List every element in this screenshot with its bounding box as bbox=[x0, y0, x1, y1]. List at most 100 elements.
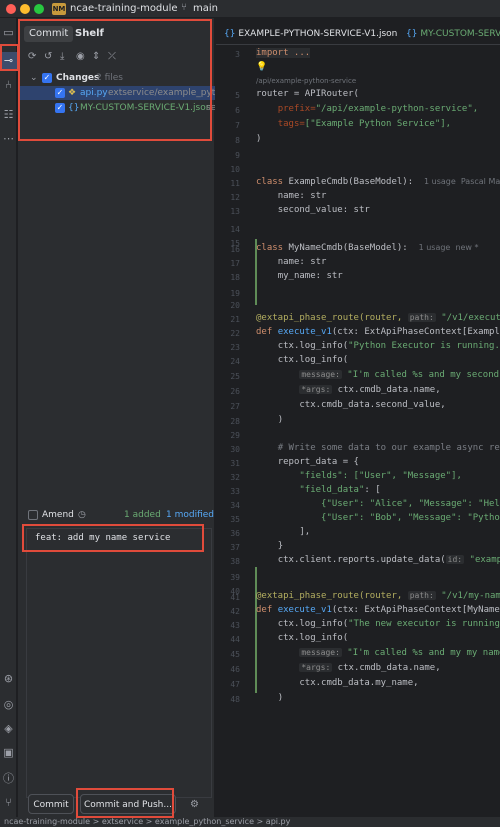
maximize-window-button[interactable] bbox=[34, 4, 44, 14]
file-checkbox[interactable]: ✓ bbox=[55, 88, 65, 98]
code-line: second_value: str bbox=[277, 205, 370, 215]
line-number: 16 bbox=[230, 245, 240, 254]
line-number: 33 bbox=[230, 487, 240, 496]
code-line: ctx.log_info("The new executor is runnin… bbox=[277, 619, 500, 629]
folder-icon[interactable]: ▭ bbox=[0, 24, 17, 41]
line-number: 48 bbox=[230, 695, 240, 704]
python-packages-icon[interactable]: ⊛ bbox=[0, 670, 17, 687]
tab-my-custom-service-json[interactable]: {} MY-CUSTOM-SERVI bbox=[406, 29, 500, 39]
code-line: name: str bbox=[277, 257, 327, 267]
python-file-icon: ❖ bbox=[68, 88, 77, 98]
title-bar: NM ncae-training-module ⑂ main bbox=[0, 0, 500, 18]
json-file-icon: {} bbox=[68, 103, 80, 113]
line-number: 12 bbox=[230, 193, 240, 202]
line-number: 39 bbox=[230, 573, 240, 582]
line-number: 17 bbox=[230, 259, 240, 268]
structure-icon[interactable]: ☷ bbox=[0, 106, 17, 123]
changes-count: 2 files bbox=[96, 73, 123, 83]
tab-commit[interactable]: Commit bbox=[24, 26, 74, 42]
layers-icon[interactable]: ◈ bbox=[0, 720, 17, 737]
project-badge[interactable]: NM bbox=[52, 3, 66, 15]
code-line: } bbox=[277, 541, 284, 551]
changes-checkbox[interactable]: ✓ bbox=[42, 73, 52, 83]
chevron-down-icon: ⌄ bbox=[30, 73, 38, 83]
line-number: 23 bbox=[230, 343, 240, 352]
line-number: 30 bbox=[230, 445, 240, 454]
clock-icon[interactable]: ◷ bbox=[78, 506, 86, 524]
line-number: 41 bbox=[230, 593, 240, 602]
code-editor[interactable]: 3 import ... 💡 /api/example-python-servi… bbox=[216, 45, 500, 817]
problems-icon[interactable]: ⓘ bbox=[0, 770, 17, 787]
code-line: *args: ctx.cmdb_data.name, bbox=[299, 385, 441, 395]
status-breadcrumb[interactable]: ncae-training-module > extservice > exam… bbox=[0, 817, 500, 827]
code-line: ) bbox=[277, 693, 284, 703]
code-line: "fields": ["User", "Message"], bbox=[299, 471, 462, 481]
collapse-all-icon[interactable]: ⤫ bbox=[108, 51, 116, 62]
line-number: 42 bbox=[230, 607, 240, 616]
terminal-icon[interactable]: ▣ bbox=[0, 744, 17, 761]
modified-count: 1 modified bbox=[166, 510, 214, 520]
code-line: "field_data": [ bbox=[299, 485, 381, 495]
services-icon[interactable]: ◎ bbox=[0, 696, 17, 713]
amend-label[interactable]: Amend bbox=[42, 506, 74, 524]
code-line: tags=["Example Python Service"], bbox=[277, 119, 452, 129]
commit-message-text: feat: add my name service bbox=[35, 533, 171, 543]
commit-button[interactable]: Commit bbox=[28, 794, 74, 814]
code-line: ctx.log_info( bbox=[277, 355, 349, 365]
line-number: 46 bbox=[230, 665, 240, 674]
minimize-window-button[interactable] bbox=[20, 4, 30, 14]
refresh-icon[interactable]: ⟳ bbox=[28, 51, 36, 62]
code-line: ctx.cmdb_data.second_value, bbox=[299, 400, 446, 410]
line-number: 35 bbox=[230, 515, 240, 524]
commit-message-input[interactable]: feat: add my name service bbox=[26, 528, 212, 798]
code-line: ctx.log_info( bbox=[277, 633, 349, 643]
pull-requests-icon[interactable]: ⑃ bbox=[0, 76, 17, 93]
line-number: 5 bbox=[235, 91, 240, 100]
code-line: ctx.cmdb_data.my_name, bbox=[299, 678, 419, 688]
commit-panel: Commit Shelf ⟳ ↺ ⤓ ◉ ⇕ ⤫ ⌄ ✓ Changes 2 f… bbox=[18, 18, 215, 818]
download-icon[interactable]: ⤓ bbox=[60, 51, 64, 62]
file-path: extservice/example_python bbox=[108, 88, 215, 98]
close-window-button[interactable] bbox=[6, 4, 16, 14]
line-number: 24 bbox=[230, 357, 240, 366]
git-icon[interactable]: ⑂ bbox=[0, 794, 17, 811]
file-row[interactable]: ✓ ❖ api.py extservice/example_python bbox=[18, 86, 215, 100]
commit-icon[interactable]: ⊸ bbox=[0, 52, 17, 69]
project-selector[interactable]: ncae-training-module bbox=[70, 3, 178, 14]
amend-checkbox[interactable] bbox=[28, 510, 38, 520]
code-line: ) bbox=[256, 134, 262, 144]
file-row[interactable]: ✓ {} MY-CUSTOM-SERVICE-V1.json se bbox=[18, 101, 215, 115]
code-line: message: "I'm called %s and my second va… bbox=[299, 370, 500, 380]
code-line: router = APIRouter( bbox=[256, 89, 359, 99]
line-number: 28 bbox=[230, 417, 240, 426]
code-line: name: str bbox=[277, 191, 327, 201]
tool-window-strip: ▭ ⊸ ⑃ ☷ ⋯ ⊛ ◎ ◈ ▣ ⓘ ⑂ bbox=[0, 18, 17, 818]
line-number: 36 bbox=[230, 529, 240, 538]
code-line: class MyNameCmdb(BaseModel): 1 usage new… bbox=[256, 243, 479, 253]
code-line: def execute_v1(ctx: ExtApiPhaseContext[M… bbox=[256, 605, 500, 615]
line-number: 26 bbox=[230, 387, 240, 396]
branch-icon: ⑂ bbox=[181, 2, 187, 13]
code-line: ) bbox=[277, 415, 284, 425]
amend-row: Amend ◷ 1 added 1 modified bbox=[18, 506, 215, 524]
bulb-icon[interactable]: 💡 bbox=[256, 62, 267, 72]
tab-shelf[interactable]: Shelf bbox=[70, 26, 109, 42]
line-number: 27 bbox=[230, 402, 240, 411]
tab-example-python-service-json[interactable]: {} EXAMPLE-PYTHON-SERVICE-V1.json bbox=[224, 29, 397, 39]
code-line: def execute_v1(ctx: ExtApiPhaseContext[E… bbox=[256, 327, 500, 337]
eye-icon[interactable]: ◉ bbox=[76, 51, 85, 62]
more-tools-icon[interactable]: ⋯ bbox=[0, 130, 17, 147]
expand-all-icon[interactable]: ⇕ bbox=[92, 51, 100, 62]
branch-selector[interactable]: main bbox=[193, 3, 218, 14]
file-checkbox[interactable]: ✓ bbox=[55, 103, 65, 113]
code-line: ctx.log_info("Python Executor is running… bbox=[277, 341, 500, 351]
changes-group[interactable]: ⌄ ✓ Changes 2 files bbox=[18, 71, 215, 85]
line-number: 13 bbox=[230, 207, 240, 216]
gear-icon[interactable]: ⚙ bbox=[190, 799, 199, 810]
rollback-icon[interactable]: ↺ bbox=[44, 51, 52, 62]
code-line: message: "I'm called %s and my my name i… bbox=[299, 648, 500, 658]
line-number: 34 bbox=[230, 501, 240, 510]
file-name: api.py bbox=[80, 88, 108, 98]
line-number: 44 bbox=[230, 635, 240, 644]
commit-and-push-button[interactable]: Commit and Push... bbox=[80, 794, 176, 814]
